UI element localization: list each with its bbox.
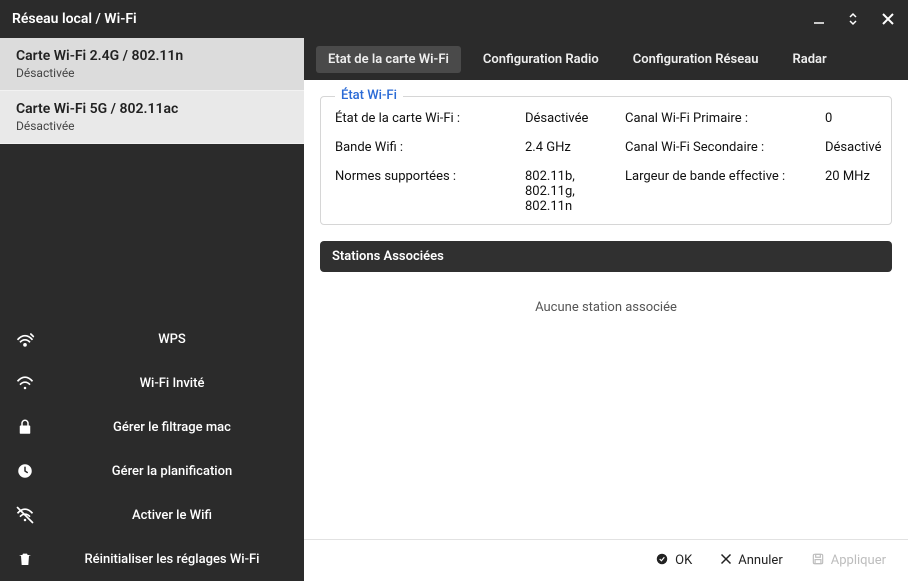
x-icon [720,553,732,569]
status-value: Désactivée [525,111,615,126]
content-area: État Wi-Fi État de la carte Wi-Fi : Désa… [304,80,908,539]
status-label: Largeur de bande effective : [625,169,815,214]
sidebar-item-label: Wi-Fi Invité [54,376,290,391]
sidebar-item-activate-wifi[interactable]: Activer le Wifi [0,493,304,537]
expand-icon[interactable] [846,12,860,26]
wifi-off-icon [14,505,36,525]
wifi-card-status: Désactivée [16,119,288,133]
associated-stations-empty: Aucune station associée [320,272,892,343]
button-label: OK [675,553,692,568]
titlebar: Réseau local / Wi-Fi [0,0,908,38]
close-icon[interactable] [880,11,896,27]
sidebar-item-schedule[interactable]: Gérer la planification [0,449,304,493]
status-label: État de la carte Wi-Fi : [335,111,515,126]
sidebar-item-wps[interactable]: WPS [0,317,304,361]
tab-wifi-status[interactable]: Etat de la carte Wi-Fi [316,46,461,73]
wifi-card-status: Désactivée [16,66,288,80]
associated-stations-header: Stations Associées [320,241,892,272]
sidebar-item-guest-wifi[interactable]: Wi-Fi Invité [0,361,304,405]
status-label: Canal Wi-Fi Primaire : [625,111,815,126]
sidebar-item-label: Activer le Wifi [54,508,290,523]
wps-icon [14,329,36,349]
footer: OK Annuler Appliquer [304,539,908,581]
wifi-card-title: Carte Wi-Fi 2.4G / 802.11n [16,48,288,64]
tab-network-config[interactable]: Configuration Réseau [621,46,771,73]
main-panel: Etat de la carte Wi-Fi Configuration Rad… [304,38,908,581]
tabbar: Etat de la carte Wi-Fi Configuration Rad… [304,38,908,80]
button-label: Appliquer [831,553,886,568]
wifi-card-title: Carte Wi-Fi 5G / 802.11ac [16,101,288,117]
wifi-status-fieldset: État Wi-Fi État de la carte Wi-Fi : Désa… [320,96,892,225]
status-grid: État de la carte Wi-Fi : Désactivée Cana… [335,111,877,214]
tab-radar[interactable]: Radar [780,46,838,73]
status-label: Normes supportées : [335,169,515,214]
sidebar-item-mac-filter[interactable]: Gérer le filtrage mac [0,405,304,449]
wifi-card-5g[interactable]: Carte Wi-Fi 5G / 802.11ac Désactivée [0,91,304,144]
app-body: Carte Wi-Fi 2.4G / 802.11n Désactivée Ca… [0,38,908,581]
save-icon [811,552,825,570]
sidebar-item-label: Gérer le filtrage mac [54,420,290,435]
status-label: Bande Wifi : [335,140,515,155]
fieldset-legend: État Wi-Fi [335,88,403,103]
window-title: Réseau local / Wi-Fi [12,11,812,27]
sidebar-item-label: Réinitialiser les réglages Wi-Fi [54,552,290,567]
lock-icon [14,418,36,436]
wifi-icon [14,373,36,393]
cancel-button[interactable]: Annuler [720,553,782,569]
sidebar-item-label: Gérer la planification [54,464,290,479]
apply-button: Appliquer [811,552,886,570]
wifi-card-list: Carte Wi-Fi 2.4G / 802.11n Désactivée Ca… [0,38,304,144]
check-icon [655,552,669,570]
minimize-icon[interactable] [812,12,826,26]
sidebar: Carte Wi-Fi 2.4G / 802.11n Désactivée Ca… [0,38,304,581]
status-value: 2.4 GHz [525,140,615,155]
status-value: 802.11b, 802.11g, 802.11n [525,169,615,214]
status-value: 0 [825,111,908,126]
tab-radio-config[interactable]: Configuration Radio [471,46,611,73]
sidebar-spacer [0,144,304,317]
status-value: Désactivé [825,140,908,155]
status-label: Canal Wi-Fi Secondaire : [625,140,815,155]
button-label: Annuler [738,553,782,568]
ok-button[interactable]: OK [655,552,692,570]
window-controls [812,11,896,27]
trash-icon [14,551,36,567]
status-value: 20 MHz [825,169,908,214]
sidebar-item-label: WPS [54,332,290,347]
clock-icon [14,462,36,480]
wifi-card-24g[interactable]: Carte Wi-Fi 2.4G / 802.11n Désactivée [0,38,304,91]
sidebar-actions: WPS Wi-Fi Invité Gérer le filtrage mac [0,317,304,581]
sidebar-item-reset-wifi[interactable]: Réinitialiser les réglages Wi-Fi [0,537,304,581]
